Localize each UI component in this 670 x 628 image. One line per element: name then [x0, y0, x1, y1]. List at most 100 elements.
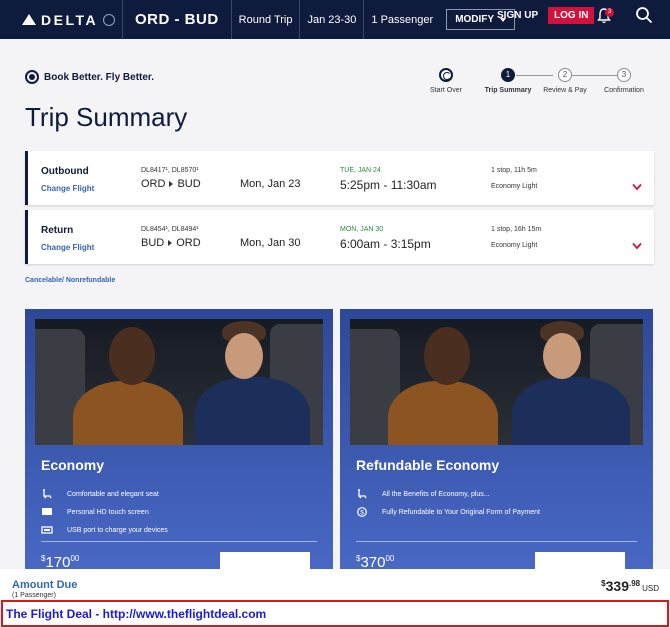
fare-features: All the Benefits of Economy, plus... $ F… [356, 485, 540, 521]
chevron-down-icon[interactable] [632, 183, 642, 191]
flight-numbers: DL8454¹, DL8494¹ [141, 226, 199, 233]
fare-price: $37000 [356, 554, 394, 569]
cabin-photo [350, 319, 643, 445]
search-icon[interactable] [635, 6, 653, 24]
passenger-head [109, 327, 155, 385]
passenger-figure [388, 381, 498, 445]
chevron-down-icon[interactable] [632, 242, 642, 250]
seat-icon [43, 489, 52, 499]
arrival-day: MON, JAN 30 [340, 226, 384, 233]
passenger-figure [195, 377, 310, 445]
return-flight-card[interactable]: Return Change Flight DL8454¹, DL8494¹ BU… [25, 210, 654, 264]
destination-code: ORD [176, 237, 201, 249]
trip-dates: Jan 23-30 [307, 13, 357, 26]
divider [41, 541, 317, 542]
step-start-over[interactable]: Start Over [416, 68, 476, 94]
passenger-head [424, 327, 470, 385]
cancellation-policy-link[interactable]: Cancelable/ Nonrefundable [25, 277, 115, 284]
amount-due-label: Amount Due [12, 579, 78, 591]
price-whole: 170 [45, 554, 71, 569]
arrival-day: TUE, JAN 24 [340, 167, 381, 174]
amount-due-bar: Amount Due (1 Passenger) $339.98USD [0, 569, 670, 600]
departure-date: Mon, Jan 23 [240, 178, 301, 190]
passenger-figure [73, 381, 183, 445]
amount-currency: USD [642, 584, 659, 593]
fare-name: Refundable Economy [356, 457, 500, 473]
screen-icon [42, 508, 52, 515]
trip-route: ORD - BUD [135, 11, 219, 28]
delta-logo[interactable]: DELTA [22, 12, 122, 28]
trip-passengers: 1 Passenger [371, 13, 434, 26]
logo-text: DELTA [41, 11, 99, 28]
step-label: Start Over [430, 87, 462, 94]
fare-name: Economy [41, 457, 105, 473]
amount-whole: 339 [605, 578, 629, 594]
fare-price: $17000 [41, 554, 79, 569]
skyteam-seal-icon [103, 13, 116, 26]
departure-date: Mon, Jan 30 [240, 237, 301, 249]
flight-times: 5:25pm - 11:30am [340, 178, 437, 192]
trip-type: Round Trip [238, 13, 293, 26]
sign-up-link[interactable]: SIGN UP [497, 10, 538, 21]
svg-text:$: $ [360, 509, 364, 516]
brand-tagline: Book Better. Fly Better. [44, 71, 155, 83]
select-fare-button[interactable] [220, 552, 310, 569]
fare-features: Comfortable and elegant seat Personal HD… [41, 485, 168, 539]
usb-icon [41, 526, 53, 534]
step-label: Review & Pay [543, 87, 587, 94]
select-fare-button[interactable] [535, 552, 625, 569]
arrow-right-icon [168, 240, 173, 246]
price-whole: 370 [360, 554, 386, 569]
cabin-class: Economy Light [491, 183, 538, 190]
amount-due-passengers: (1 Passenger) [12, 592, 56, 599]
divider [356, 541, 637, 542]
fare-feature: $ Fully Refundable to Your Original Form… [356, 503, 540, 521]
flight-direction: Return [41, 225, 74, 236]
modify-label: MODIFY [455, 14, 495, 25]
watermark-banner: The Flight Deal - http://www.theflightde… [1, 600, 669, 627]
booking-stepper: Start Over 1 Trip Summary 2 Review & Pay… [420, 68, 660, 108]
fare-feature: Personal HD touch screen [41, 503, 168, 521]
feature-text: Fully Refundable to Your Original Form o… [382, 508, 540, 516]
origin-destination: ORD BUD [141, 178, 201, 190]
feature-text: USB port to charge your devices [67, 526, 168, 534]
cabin-photo [35, 319, 323, 445]
step-review-pay: 2 Review & Pay [535, 68, 595, 94]
amount-cents: .98 [628, 579, 641, 588]
amount-due-total: $339.98USD [601, 578, 659, 594]
origin-code: ORD [141, 178, 166, 190]
step-label: Trip Summary [484, 87, 532, 94]
book-better-logo: Book Better. Fly Better. [25, 70, 154, 84]
log-in-button[interactable]: LOG IN [548, 7, 595, 24]
change-flight-link[interactable]: Change Flight [41, 184, 94, 193]
delta-widget-icon [22, 14, 36, 25]
change-flight-link[interactable]: Change Flight [41, 243, 94, 252]
feature-text: Comfortable and elegant seat [67, 490, 159, 498]
origin-destination: BUD ORD [141, 237, 201, 249]
flight-numbers: DL8417¹, DL8570¹ [141, 167, 199, 174]
passenger-head [225, 333, 263, 379]
feature-text: Personal HD touch screen [67, 508, 149, 516]
outbound-flight-card[interactable]: Outbound Change Flight DL8417¹, DL8570¹ … [25, 151, 654, 205]
flight-times: 6:00am - 3:15pm [340, 237, 431, 251]
seat-icon [358, 489, 367, 499]
passenger-figure [512, 377, 630, 445]
refundable-economy-fare-card[interactable]: Refundable Economy All the Benefits of E… [340, 309, 653, 569]
notification-badge: 3 [605, 8, 614, 17]
destination-code: BUD [177, 178, 201, 190]
fare-feature: USB port to charge your devices [41, 521, 168, 539]
restart-icon [439, 68, 453, 82]
feature-text: All the Benefits of Economy, plus... [382, 490, 490, 498]
origin-code: BUD [141, 237, 165, 249]
step-number: 2 [558, 68, 572, 82]
step-label: Confirmation [604, 87, 644, 94]
cabin-class: Economy Light [491, 242, 538, 249]
passenger-head [543, 333, 581, 379]
fare-feature: Comfortable and elegant seat [41, 485, 168, 503]
step-number: 3 [617, 68, 631, 82]
step-trip-summary: 1 Trip Summary [478, 68, 538, 94]
fare-feature: All the Benefits of Economy, plus... [356, 485, 540, 503]
refund-icon: $ [357, 507, 367, 517]
price-cents: 00 [70, 554, 80, 563]
economy-fare-card[interactable]: Economy Comfortable and elegant seat Per… [25, 309, 333, 569]
